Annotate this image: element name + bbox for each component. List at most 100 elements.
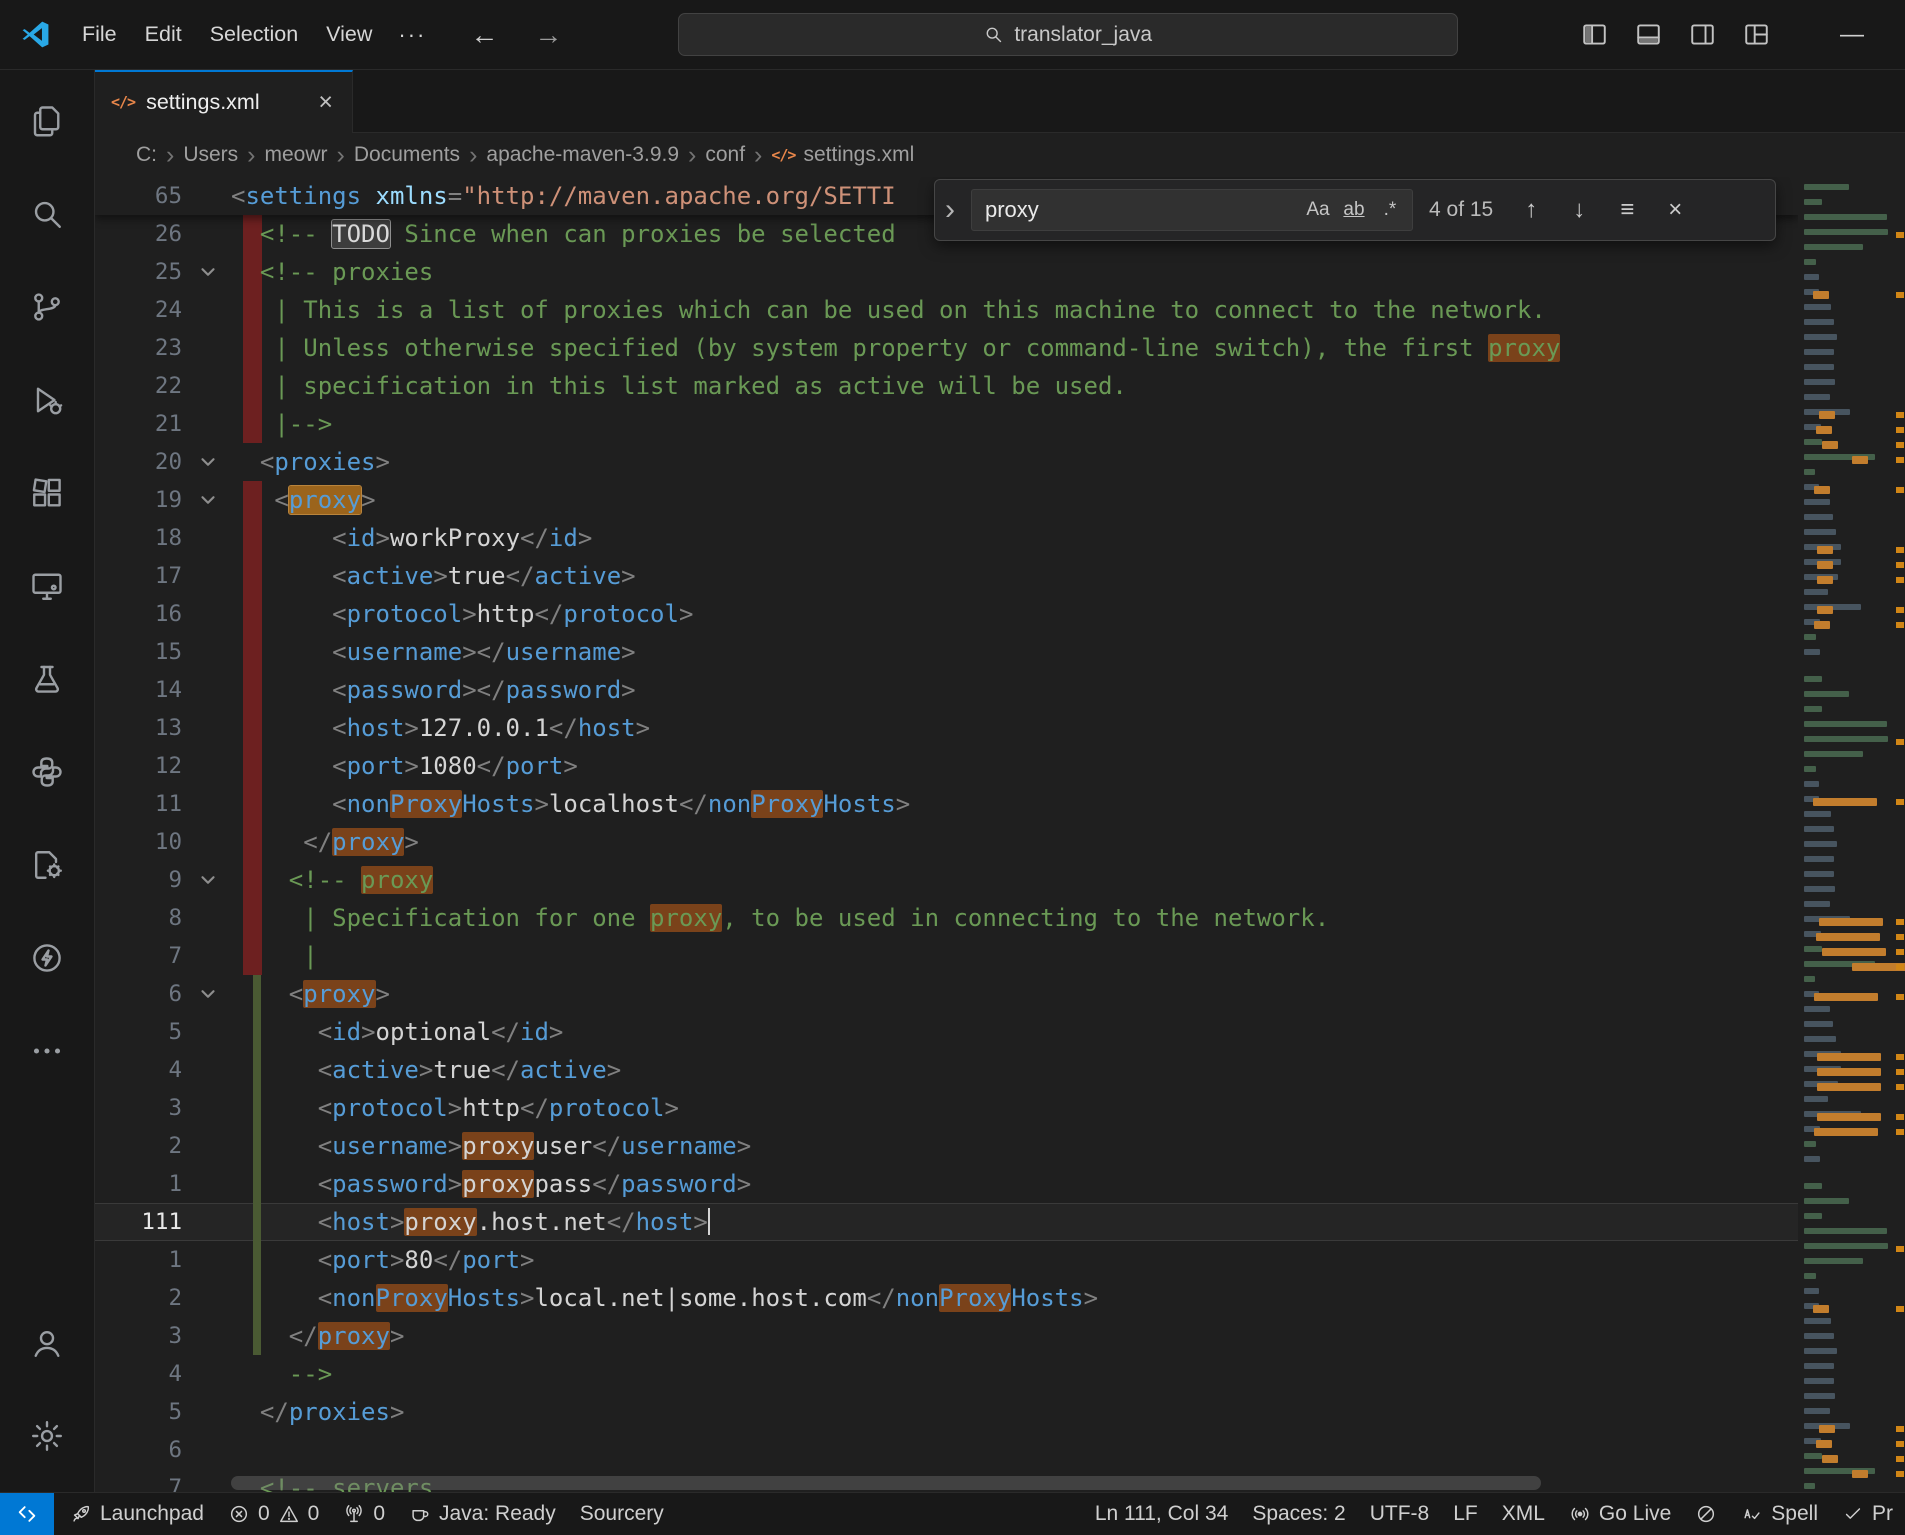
whole-word-toggle[interactable]: ab xyxy=(1337,193,1371,227)
command-center-search[interactable]: translator_java xyxy=(678,13,1458,56)
breadcrumb-item-users[interactable]: Users xyxy=(176,143,245,167)
code-line[interactable]: 25 <!-- proxies xyxy=(95,253,1798,291)
minimap[interactable] xyxy=(1798,177,1905,1492)
code-line[interactable]: 17 <active>true</active> xyxy=(95,557,1798,595)
code-line[interactable]: 4 --> xyxy=(95,1355,1798,1393)
breadcrumb-item-meowr[interactable]: meowr xyxy=(258,143,335,167)
code-line[interactable]: 4 <active>true</active> xyxy=(95,1051,1798,1089)
status-prettier[interactable]: Pr xyxy=(1830,1493,1905,1535)
split-editor-icon[interactable] xyxy=(1573,14,1615,56)
code-line[interactable]: 13 <host>127.0.0.1</host> xyxy=(95,709,1798,747)
tab-settings-xml[interactable]: </> settings.xml × xyxy=(95,70,353,133)
menu-more-button[interactable]: ··· xyxy=(386,22,438,48)
code-line[interactable]: 5 </proxies> xyxy=(95,1393,1798,1431)
status-language-mode[interactable]: XML xyxy=(1490,1493,1557,1535)
status-problems[interactable]: 00 xyxy=(216,1493,331,1535)
chevron-down-icon[interactable] xyxy=(197,869,219,891)
status-remote-indicator[interactable] xyxy=(0,1493,54,1535)
code-line[interactable]: 3 </proxy> xyxy=(95,1317,1798,1355)
back-button[interactable]: ← xyxy=(470,19,498,51)
code-line[interactable]: 111 <host>proxy.host.net</host> xyxy=(95,1203,1798,1241)
toggle-secondary-sidebar-icon[interactable] xyxy=(1681,14,1723,56)
code-line[interactable]: 1 <password>proxypass</password> xyxy=(95,1165,1798,1203)
status-eol[interactable]: LF xyxy=(1441,1493,1490,1535)
toggle-panel-icon[interactable] xyxy=(1627,14,1669,56)
minimize-button[interactable]: — xyxy=(1829,21,1875,49)
status-java-status[interactable]: Java: Ready xyxy=(397,1493,568,1535)
status-cursor-position[interactable]: Ln 111, Col 34 xyxy=(1083,1493,1241,1535)
find-in-selection-button[interactable]: ≡ xyxy=(1607,190,1647,230)
status-launchpad[interactable]: Launchpad xyxy=(58,1493,216,1535)
code-line[interactable]: 9 <!-- proxy xyxy=(95,861,1798,899)
code-line[interactable]: 6 <proxy> xyxy=(95,975,1798,1013)
code-line[interactable]: 22 | specification in this list marked a… xyxy=(95,367,1798,405)
code-line[interactable]: 10 </proxy> xyxy=(95,823,1798,861)
code-line[interactable]: 7 | xyxy=(95,937,1798,975)
code-line[interactable]: 18 <id>workProxy</id> xyxy=(95,519,1798,557)
menu-selection[interactable]: Selection xyxy=(196,22,312,47)
toggle-replace-icon[interactable]: › xyxy=(937,180,963,240)
status-indentation[interactable]: Spaces: 2 xyxy=(1240,1493,1357,1535)
editor-viewport[interactable]: 26 <!-- TODO Since when can proxies be s… xyxy=(95,177,1905,1492)
accounts-icon[interactable] xyxy=(0,1296,95,1389)
code-line[interactable]: 21 |--> xyxy=(95,405,1798,443)
code-line[interactable]: 3 <protocol>http</protocol> xyxy=(95,1089,1798,1127)
regex-toggle[interactable]: .* xyxy=(1373,193,1407,227)
code-line[interactable]: 19 <proxy> xyxy=(95,481,1798,519)
menu-view[interactable]: View xyxy=(312,22,386,47)
customize-layout-icon[interactable] xyxy=(1735,14,1777,56)
code-line[interactable]: 16 <protocol>http</protocol> xyxy=(95,595,1798,633)
testing-icon[interactable] xyxy=(0,632,95,725)
code-line[interactable]: 6 xyxy=(95,1431,1798,1469)
breadcrumb-item-documents[interactable]: Documents xyxy=(347,143,467,167)
match-case-toggle[interactable]: Aa xyxy=(1301,193,1335,227)
code-line[interactable]: 2 <nonProxyHosts>local.net|some.host.com… xyxy=(95,1279,1798,1317)
status-do-not-disturb[interactable] xyxy=(1683,1493,1729,1535)
more-icon[interactable] xyxy=(0,1004,95,1097)
horizontal-scrollbar[interactable] xyxy=(231,1476,1541,1490)
breadcrumb-item-c-[interactable]: C: xyxy=(129,143,164,167)
search-icon[interactable] xyxy=(0,167,95,260)
chevron-down-icon[interactable] xyxy=(197,489,219,511)
remote-explorer-icon[interactable] xyxy=(0,539,95,632)
code-text: | xyxy=(231,937,1798,975)
find-close-button[interactable]: × xyxy=(1655,190,1695,230)
code-line[interactable]: 23 | Unless otherwise specified (by syst… xyxy=(95,329,1798,367)
code-line[interactable]: 2 <username>proxyuser</username> xyxy=(95,1127,1798,1165)
code-line[interactable]: 1 <port>80</port> xyxy=(95,1241,1798,1279)
chevron-down-icon[interactable] xyxy=(197,451,219,473)
circle-bolt-icon[interactable] xyxy=(0,911,95,1004)
status-ports[interactable]: 0 xyxy=(331,1493,397,1535)
status-spell-checker[interactable]: Spell xyxy=(1729,1493,1830,1535)
code-line[interactable]: 12 <port>1080</port> xyxy=(95,747,1798,785)
code-line[interactable]: 15 <username></username> xyxy=(95,633,1798,671)
extensions-icon[interactable] xyxy=(0,446,95,539)
python-icon[interactable] xyxy=(0,725,95,818)
code-line[interactable]: 14 <password></password> xyxy=(95,671,1798,709)
chevron-down-icon[interactable] xyxy=(197,261,219,283)
chevron-down-icon[interactable] xyxy=(197,983,219,1005)
code-line[interactable]: 20 <proxies> xyxy=(95,443,1798,481)
tab-close-icon[interactable]: × xyxy=(315,88,336,117)
breadcrumb-item-conf[interactable]: conf xyxy=(698,143,752,167)
code-line[interactable]: 8 | Specification for one proxy, to be u… xyxy=(95,899,1798,937)
status-sourcery[interactable]: Sourcery xyxy=(568,1493,676,1535)
code-line[interactable]: 11 <nonProxyHosts>localhost</nonProxyHos… xyxy=(95,785,1798,823)
find-previous-button[interactable]: ↑ xyxy=(1511,190,1551,230)
file-gear-icon[interactable] xyxy=(0,818,95,911)
run-and-debug-icon[interactable] xyxy=(0,353,95,446)
status-encoding[interactable]: UTF-8 xyxy=(1358,1493,1442,1535)
find-input[interactable]: proxy Aa ab .* xyxy=(971,189,1413,231)
menu-file[interactable]: File xyxy=(68,22,131,47)
menu-edit[interactable]: Edit xyxy=(131,22,196,47)
source-control-icon[interactable] xyxy=(0,260,95,353)
explorer-icon[interactable] xyxy=(0,74,95,167)
forward-button[interactable]: → xyxy=(534,19,562,51)
breadcrumb-item-apache-maven-3-9-9[interactable]: apache-maven-3.9.9 xyxy=(479,143,686,167)
code-line[interactable]: 24 | This is a list of proxies which can… xyxy=(95,291,1798,329)
breadcrumb-item-settings-xml[interactable]: </>settings.xml xyxy=(764,143,921,167)
find-next-button[interactable]: ↓ xyxy=(1559,190,1599,230)
code-line[interactable]: 5 <id>optional</id> xyxy=(95,1013,1798,1051)
status-go-live[interactable]: Go Live xyxy=(1557,1493,1683,1535)
settings-gear-icon[interactable] xyxy=(0,1389,95,1482)
